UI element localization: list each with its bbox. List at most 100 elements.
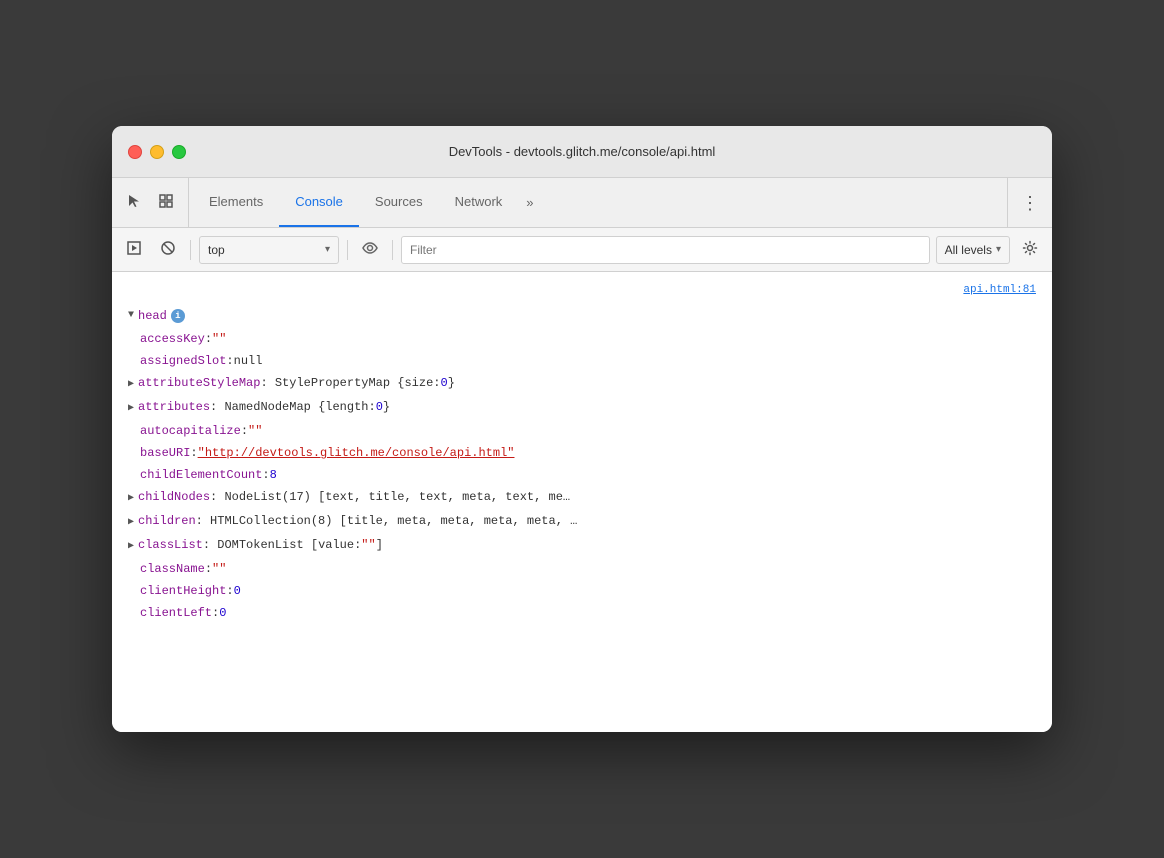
prop-row-clientHeight: clientHeight : 0 xyxy=(112,580,1052,602)
maximize-button[interactable] xyxy=(172,145,186,159)
minimize-button[interactable] xyxy=(150,145,164,159)
prop-key: assignedSlot xyxy=(140,351,226,371)
prop-separator: : xyxy=(212,603,219,623)
tab-network[interactable]: Network xyxy=(439,178,519,227)
prop-row-childElementCount: childElementCount : 8 xyxy=(112,464,1052,486)
layers-icon xyxy=(158,193,174,212)
prop-key: className xyxy=(140,559,205,579)
source-link[interactable]: api.html:81 xyxy=(112,280,1052,304)
levels-dropdown-arrow: ▾ xyxy=(996,244,1001,255)
prop-key: baseURI xyxy=(140,443,190,463)
tab-console[interactable]: Console xyxy=(279,178,359,227)
prop-separator: : HTMLCollection(8) [title, meta, meta, … xyxy=(196,511,578,531)
head-row: head i xyxy=(112,304,1052,328)
prop-key: children xyxy=(138,511,196,531)
eye-button[interactable] xyxy=(356,236,384,264)
head-label: head xyxy=(138,306,167,326)
expand-arrow[interactable] xyxy=(128,399,134,419)
prop-key: attributeStyleMap xyxy=(138,373,260,393)
console-toolbar: top ▾ All levels ▾ xyxy=(112,228,1052,272)
prop-separator: : StylePropertyMap {size: xyxy=(260,373,440,393)
filter-input[interactable] xyxy=(401,236,930,264)
prop-value: 0 xyxy=(234,581,241,601)
prop-row-assignedSlot: assignedSlot : null xyxy=(112,350,1052,372)
prop-row-clientLeft: clientLeft : 0 xyxy=(112,602,1052,624)
toolbar-separator-3 xyxy=(392,240,393,260)
more-options-button[interactable]: ⋮ xyxy=(1016,189,1044,217)
prop-row-attributes: attributes : NamedNodeMap {length: 0 } xyxy=(112,396,1052,420)
prop-value: "" xyxy=(212,329,226,349)
prop-close: ] xyxy=(376,535,383,555)
window-title: DevTools - devtools.glitch.me/console/ap… xyxy=(449,144,716,159)
expand-arrow[interactable] xyxy=(128,375,134,395)
prop-value-link[interactable]: "http://devtools.glitch.me/console/api.h… xyxy=(198,443,515,463)
prop-separator: : xyxy=(205,329,212,349)
prop-value: 0 xyxy=(440,373,447,393)
clear-button[interactable] xyxy=(154,236,182,264)
prop-close: } xyxy=(448,373,455,393)
prop-value: 8 xyxy=(270,465,277,485)
log-levels-selector[interactable]: All levels ▾ xyxy=(936,236,1010,264)
devtools-window: DevTools - devtools.glitch.me/console/ap… xyxy=(112,126,1052,732)
context-selector[interactable]: top ▾ xyxy=(199,236,339,264)
toolbar-separator-1 xyxy=(190,240,191,260)
expand-arrow[interactable] xyxy=(128,489,134,509)
eye-icon xyxy=(362,240,378,259)
head-expand-arrow[interactable] xyxy=(128,306,134,326)
prop-key: classList xyxy=(138,535,203,555)
expand-arrow[interactable] xyxy=(128,513,134,533)
prop-separator: : xyxy=(190,443,197,463)
prop-row-childNodes: childNodes : NodeList(17) [text, title, … xyxy=(112,486,1052,510)
prop-value: 0 xyxy=(219,603,226,623)
prop-separator: : xyxy=(226,351,233,371)
prop-key: autocapitalize xyxy=(140,421,241,441)
prop-separator: : NodeList(17) [text, title, text, meta,… xyxy=(210,487,570,507)
prop-row-children: children : HTMLCollection(8) [title, met… xyxy=(112,510,1052,534)
prop-close: } xyxy=(383,397,390,417)
layers-icon-button[interactable] xyxy=(152,189,180,217)
gear-icon xyxy=(1022,240,1038,259)
cursor-icon xyxy=(126,193,142,212)
prop-value: "" xyxy=(361,535,375,555)
info-badge[interactable]: i xyxy=(171,309,185,323)
prop-key: childNodes xyxy=(138,487,210,507)
main-tabs: Elements Console Sources Network » xyxy=(193,178,1003,227)
tabbar-left-icons xyxy=(120,178,189,227)
prop-separator: : DOMTokenList [value: xyxy=(203,535,361,555)
prop-row-className: className : "" xyxy=(112,558,1052,580)
play-icon xyxy=(126,240,142,259)
prop-row-classList: classList : DOMTokenList [value: "" ] xyxy=(112,534,1052,558)
tab-more-button[interactable]: » xyxy=(518,178,541,227)
prop-key: clientLeft xyxy=(140,603,212,623)
prop-row-autocapitalize: autocapitalize : "" xyxy=(112,420,1052,442)
prop-row-accessKey: accessKey : "" xyxy=(112,328,1052,350)
prop-separator: : NamedNodeMap {length: xyxy=(210,397,376,417)
expand-arrow[interactable] xyxy=(128,537,134,557)
cursor-icon-button[interactable] xyxy=(120,189,148,217)
close-button[interactable] xyxy=(128,145,142,159)
prop-key: childElementCount xyxy=(140,465,262,485)
execute-button[interactable] xyxy=(120,236,148,264)
settings-button[interactable] xyxy=(1016,236,1044,264)
console-content: api.html:81 head i accessKey : "" assign… xyxy=(112,272,1052,732)
prop-separator: : xyxy=(262,465,269,485)
prop-row-attributeStyleMap: attributeStyleMap : StylePropertyMap {si… xyxy=(112,372,1052,396)
tab-elements[interactable]: Elements xyxy=(193,178,279,227)
prop-separator: : xyxy=(241,421,248,441)
context-dropdown-arrow: ▾ xyxy=(325,244,330,255)
traffic-lights xyxy=(128,145,186,159)
titlebar: DevTools - devtools.glitch.me/console/ap… xyxy=(112,126,1052,178)
tabbar-right-icons: ⋮ xyxy=(1007,178,1044,227)
prop-key: attributes xyxy=(138,397,210,417)
prop-row-baseURI: baseURI : "http://devtools.glitch.me/con… xyxy=(112,442,1052,464)
prop-value: null xyxy=(234,351,263,371)
block-icon xyxy=(160,240,176,259)
prop-separator: : xyxy=(226,581,233,601)
tabbar: Elements Console Sources Network » ⋮ xyxy=(112,178,1052,228)
tab-sources[interactable]: Sources xyxy=(359,178,439,227)
prop-key: accessKey xyxy=(140,329,205,349)
prop-value: 0 xyxy=(376,397,383,417)
prop-key: clientHeight xyxy=(140,581,226,601)
prop-separator: : xyxy=(205,559,212,579)
prop-value: "" xyxy=(248,421,262,441)
